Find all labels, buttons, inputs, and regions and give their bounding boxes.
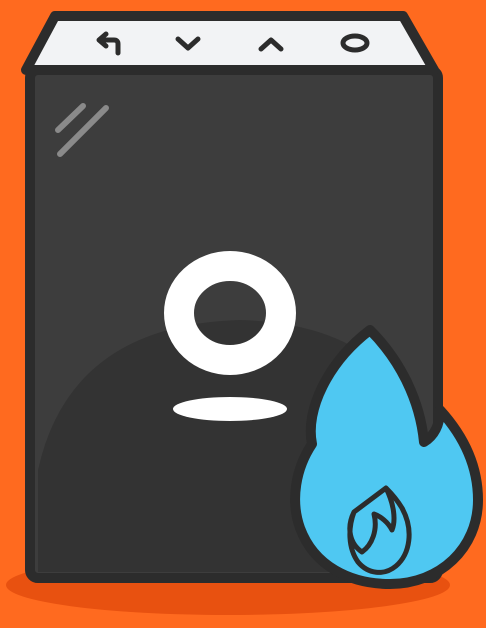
device-illustration xyxy=(6,11,483,615)
illustration xyxy=(0,0,486,628)
top-control-panel xyxy=(21,11,439,75)
